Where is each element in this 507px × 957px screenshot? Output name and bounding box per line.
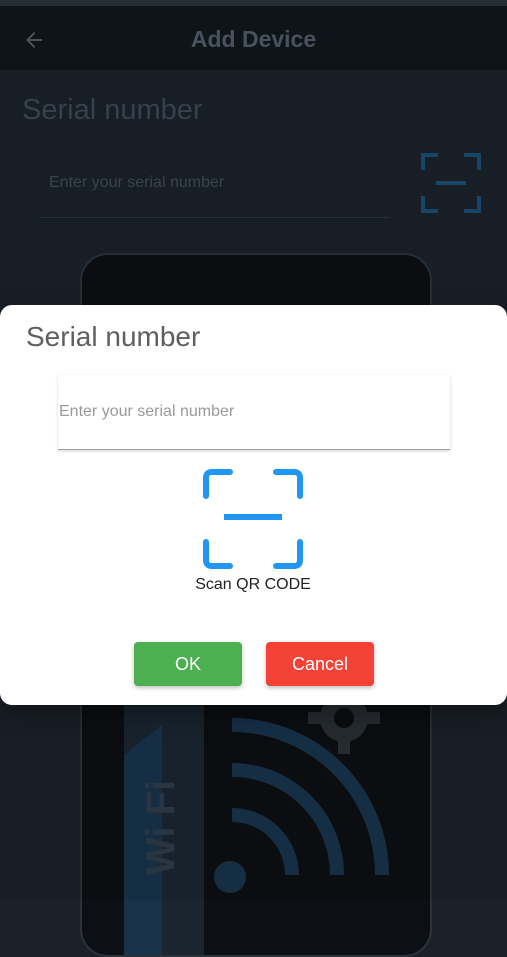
qr-scan-icon	[203, 469, 303, 569]
scan-qr-label: Scan QR CODE	[195, 576, 311, 593]
dialog-title: Serial number	[26, 321, 201, 352]
serial-number-input[interactable]	[58, 375, 450, 450]
ok-button[interactable]: OK	[134, 642, 242, 686]
serial-number-dialog: Serial number Scan QR CODE OK Cancel	[0, 305, 507, 705]
cancel-button[interactable]: Cancel	[266, 642, 374, 686]
scan-qr-button[interactable]: Scan QR CODE	[185, 468, 321, 598]
